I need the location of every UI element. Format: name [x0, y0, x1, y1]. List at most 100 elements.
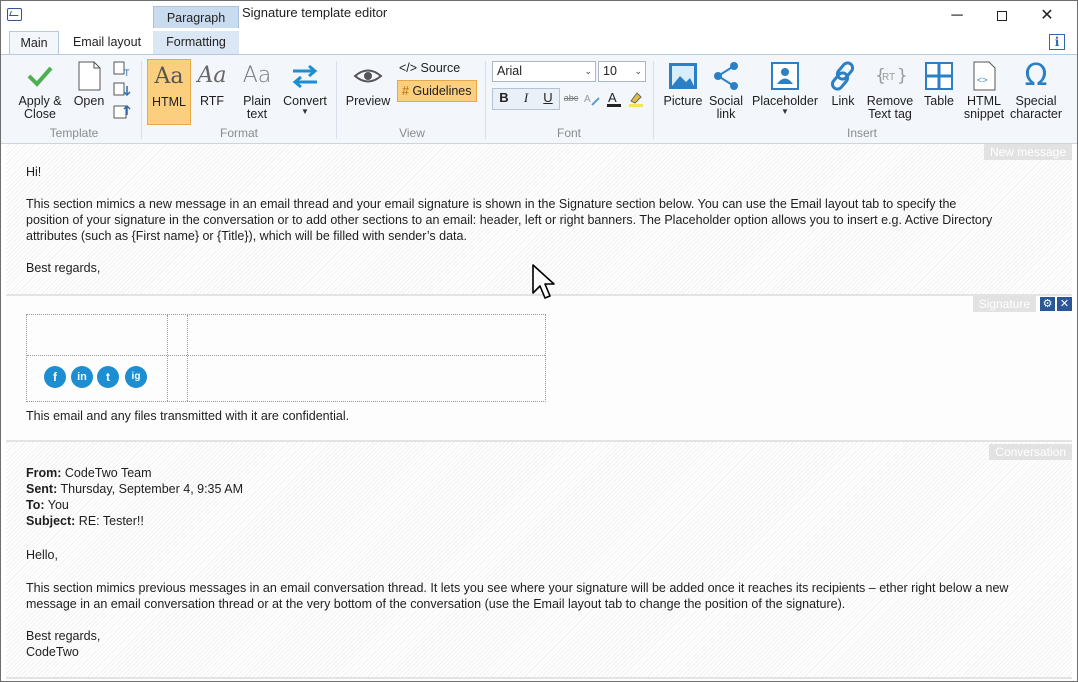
svg-text:A: A: [608, 90, 617, 105]
twitter-icon[interactable]: t: [97, 366, 119, 388]
preview-button[interactable]: Preview: [344, 59, 392, 125]
close-icon[interactable]: ✕: [1057, 297, 1072, 311]
special-character-button[interactable]: Ω Special character: [1009, 59, 1063, 125]
to-line: To: You: [26, 497, 69, 513]
source-button[interactable]: </> Source: [399, 61, 460, 75]
remove-label: Remove: [866, 94, 914, 108]
minimize-button[interactable]: ─: [934, 1, 980, 31]
template-download-icon[interactable]: [113, 82, 131, 98]
group-label-template: Template: [49, 126, 99, 140]
table-icon: [925, 62, 953, 90]
table-label: Table: [924, 94, 954, 108]
checkmark-icon: [27, 66, 53, 87]
hello-text: Hello,: [26, 548, 58, 562]
link-button[interactable]: Link: [823, 59, 863, 125]
apply-close-button[interactable]: Apply & Close: [13, 59, 67, 125]
greeting-text: Hi!: [26, 165, 42, 179]
omega-icon: Ω: [1024, 58, 1048, 93]
remove-text-tag-button[interactable]: {RT} Remove Text tag: [865, 59, 915, 125]
ribbon-tabs: Main Email layout Formatting i: [1, 31, 1077, 54]
convert-button[interactable]: Convert ▼: [281, 59, 329, 125]
font-size-select[interactable]: 10 ⌄: [598, 61, 646, 82]
html-snippet-label: HTML: [966, 94, 1002, 108]
template-upload-icon[interactable]: [113, 103, 131, 119]
tab-formatting[interactable]: Formatting: [153, 31, 239, 54]
signature-table[interactable]: f in t ig: [26, 314, 546, 402]
grid-icon: #: [402, 84, 409, 98]
group-label-font: Font: [556, 126, 581, 140]
maximize-button[interactable]: [979, 1, 1025, 31]
italic-button[interactable]: I: [516, 88, 536, 108]
html-aa-icon: Aa: [154, 64, 184, 89]
person-icon: [771, 62, 799, 90]
editor-canvas[interactable]: New message Hi! This section mimics a ne…: [6, 144, 1072, 679]
plain-label-2: text: [246, 107, 268, 121]
new-message-tag: New message: [983, 144, 1072, 160]
linkedin-icon[interactable]: in: [71, 366, 93, 388]
clear-format-icon[interactable]: A: [583, 90, 601, 108]
conv-body-line-2: message in an email conversation thread …: [26, 597, 846, 611]
font-family-value: Arial: [497, 64, 523, 78]
chevron-down-icon: ⌄: [634, 66, 642, 76]
chevron-down-icon: ⌄: [584, 66, 592, 76]
gear-icon[interactable]: ⚙: [1040, 297, 1055, 311]
svg-text:T: T: [124, 68, 130, 77]
highlight-color-icon[interactable]: [627, 89, 645, 109]
strikethrough-button[interactable]: abc: [561, 88, 581, 108]
plain-text-format-button[interactable]: Aa Plain text: [237, 59, 277, 125]
svg-text:<>: <>: [977, 75, 988, 85]
tab-email-layout[interactable]: Email layout: [63, 31, 151, 54]
html-snippet-button[interactable]: <> HTML snippet: [961, 59, 1007, 125]
guidelines-button[interactable]: # Guidelines: [397, 80, 477, 102]
rtf-label: RTF: [199, 94, 225, 108]
info-button[interactable]: i: [1049, 34, 1065, 50]
signature-section[interactable]: Signature ⚙ ✕ f in t ig This email and a…: [6, 296, 1072, 442]
font-family-select[interactable]: Arial ⌄: [492, 61, 596, 82]
html-snippet-icon: <>: [973, 61, 996, 91]
facebook-icon[interactable]: f: [44, 366, 66, 388]
guidelines-label: Guidelines: [412, 84, 472, 98]
text-tag-icon: {RT}: [875, 66, 906, 86]
from-line: From: CodeTwo Team: [26, 465, 152, 481]
special-label: Special: [1015, 94, 1057, 108]
placeholder-label: Placeholder: [751, 94, 818, 108]
convert-arrows-icon: [292, 64, 318, 89]
subject-label: Subject:: [26, 514, 76, 528]
table-divider: [167, 315, 168, 401]
closing-text: Best regards,: [26, 261, 101, 275]
context-tab-paragraph[interactable]: Paragraph: [153, 6, 239, 28]
underline-button[interactable]: U: [538, 88, 558, 108]
html-label: HTML: [151, 95, 187, 109]
font-color-icon[interactable]: A: [605, 89, 623, 109]
editor-window: Paragraph Signature template editor ─ ✕ …: [0, 0, 1078, 682]
rtf-format-button[interactable]: Aa RTF: [193, 59, 231, 125]
body-line-1: This section mimics a new message in an …: [26, 197, 957, 211]
open-button[interactable]: Open: [69, 59, 109, 125]
html-snippet-label-2: snippet: [963, 107, 1005, 121]
table-button[interactable]: Table: [919, 59, 959, 125]
social-link-button[interactable]: Social link: [707, 59, 745, 125]
from-value: CodeTwo Team: [61, 466, 152, 480]
plain-aa-icon: Aa: [242, 63, 272, 88]
signature-tag: Signature: [972, 296, 1036, 312]
link-label: Link: [831, 94, 855, 108]
svg-text:}: }: [897, 66, 906, 86]
tab-main[interactable]: Main: [9, 31, 59, 54]
template-text-icon[interactable]: T: [113, 61, 131, 77]
plain-label: Plain: [243, 94, 271, 108]
group-label-insert: Insert: [846, 126, 877, 140]
table-divider: [187, 315, 188, 401]
bold-button[interactable]: B: [494, 88, 514, 108]
close-button[interactable]: ✕: [1024, 1, 1070, 31]
ribbon-separator: [336, 61, 337, 139]
conv-closing-text: Best regards,: [26, 629, 101, 643]
picture-button[interactable]: Picture: [661, 59, 705, 125]
html-format-button[interactable]: Aa HTML: [147, 59, 191, 125]
conv-body-line-1: This section mimics previous messages in…: [26, 581, 1009, 595]
chevron-down-icon: ▼: [781, 107, 789, 116]
window-title: Signature template editor: [242, 5, 388, 20]
instagram-icon[interactable]: ig: [125, 366, 147, 388]
placeholder-button[interactable]: Placeholder ▼: [751, 59, 819, 125]
chevron-down-icon: ▼: [301, 107, 309, 116]
font-size-value: 10: [603, 64, 617, 78]
